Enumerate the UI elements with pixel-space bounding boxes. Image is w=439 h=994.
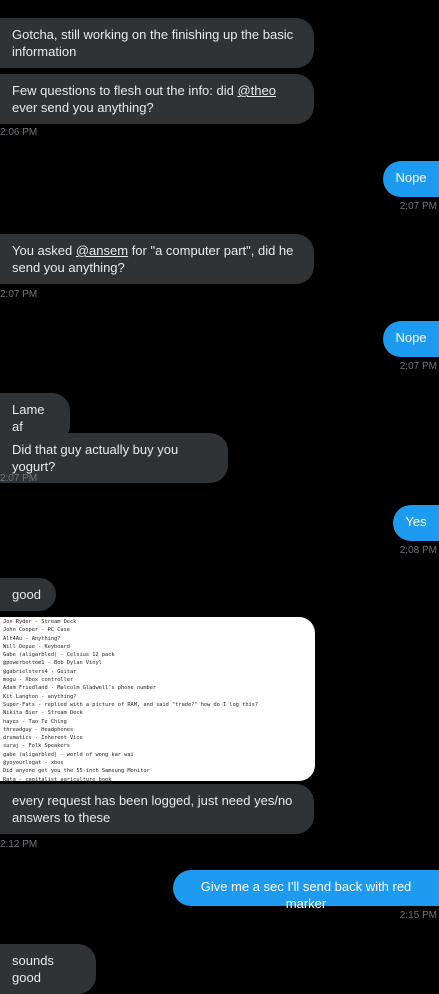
mention-link[interactable]: @theo — [237, 83, 276, 98]
request-list-item: @yoyourlogat - xbox — [3, 760, 64, 767]
message-text: Gotcha, still working on the finishing u… — [12, 27, 294, 59]
request-list-item: @gabrielsters4 - Guitar — [3, 668, 77, 675]
message-text: Nope — [395, 170, 427, 185]
request-list-item: Will Depue - Keyboard — [3, 643, 70, 650]
message-bubble-incoming[interactable]: every request has been logged, just need… — [0, 784, 314, 834]
message-text: Did that guy actually buy you yogurt? — [12, 442, 179, 474]
timestamp: 2:07 PM — [0, 289, 38, 300]
message-text: sounds good — [12, 953, 54, 985]
timestamp: 2:06 PM — [0, 127, 38, 138]
timestamp: 2:08 PM — [399, 545, 437, 556]
message-bubble-incoming[interactable]: Gotcha, still working on the finishing u… — [0, 18, 314, 68]
message-text: Nope — [395, 330, 427, 345]
mention-link[interactable]: @ansem — [76, 243, 128, 258]
request-list-item: threadguy - Headphones — [3, 726, 74, 733]
request-list: Jon Ryder - Stream Deck John Cooper - PC … — [0, 617, 315, 781]
message-text: ever send you anything? — [12, 100, 154, 115]
timestamp: 2:07 PM — [0, 473, 38, 484]
request-list-item: Jon Ryder - Stream Deck — [3, 619, 77, 625]
message-text: Give me a sec I'll send back with red ma… — [200, 879, 412, 911]
request-list-item: Gabe (aligarbled) - Celsius 12 pack — [3, 652, 115, 659]
message-bubble-outgoing[interactable]: Nope — [383, 161, 439, 197]
timestamp: 2:12 PM — [0, 839, 38, 850]
request-list-item: Nikita Bier - Stream Deck — [3, 710, 83, 717]
request-list-item: Kit Langton - anything? — [3, 693, 77, 700]
request-list-item: Rata - capitalist agriculture book — [3, 776, 112, 781]
request-list-item: Super-Fats - replied with a picture of R… — [3, 701, 259, 708]
request-list-item: suraj - Folk Speakers — [3, 743, 70, 750]
timestamp: 2:07 PM — [399, 361, 437, 372]
message-bubble-incoming[interactable]: You asked @ansem for "a computer part", … — [0, 234, 314, 284]
message-bubble-outgoing[interactable]: Yes — [393, 505, 439, 541]
message-bubble-incoming[interactable]: Few questions to flesh out the info: did… — [0, 74, 314, 124]
message-bubble-incoming[interactable]: sounds good — [0, 944, 96, 994]
message-text: Yes — [405, 514, 427, 529]
message-text: Few questions to flesh out the info: did — [12, 83, 238, 98]
message-text: You asked — [12, 243, 76, 258]
request-list-item: mogu - Xbox controller — [3, 677, 74, 684]
request-list-item: drumatics - Inherent Vice — [3, 735, 83, 742]
request-list-item: Alt4Au - Anything? — [3, 635, 61, 642]
message-bubble-outgoing[interactable]: Give me a sec I'll send back with red ma… — [173, 870, 439, 911]
request-list-item: John Cooper - PC Case — [3, 627, 70, 634]
message-bubble-incoming[interactable]: good — [0, 578, 56, 611]
timestamp: 2:15 PM — [399, 910, 437, 921]
message-bubble-outgoing[interactable]: Nope — [383, 321, 439, 357]
request-list-item: Did anyone get you the 55-inch Samsung M… — [3, 768, 150, 775]
request-list-item: @powerbottom1 - Bob Dylan Vinyl — [3, 660, 102, 667]
request-list-item: hayes - Tao Te Ching — [3, 718, 67, 725]
request-list-item: gabe (aligarbled) - world of wong kar wa… — [3, 751, 134, 758]
message-text: every request has been logged, just need… — [12, 793, 293, 825]
message-text: good — [12, 587, 41, 602]
image-attachment[interactable]: Jon Ryder - Stream Deck John Cooper - PC … — [0, 617, 315, 781]
message-text: Lame af — [12, 402, 45, 434]
timestamp: 2:07 PM — [399, 201, 437, 212]
request-list-item: Adam Friedland - Malcolm Gladwell's phon… — [3, 685, 157, 692]
